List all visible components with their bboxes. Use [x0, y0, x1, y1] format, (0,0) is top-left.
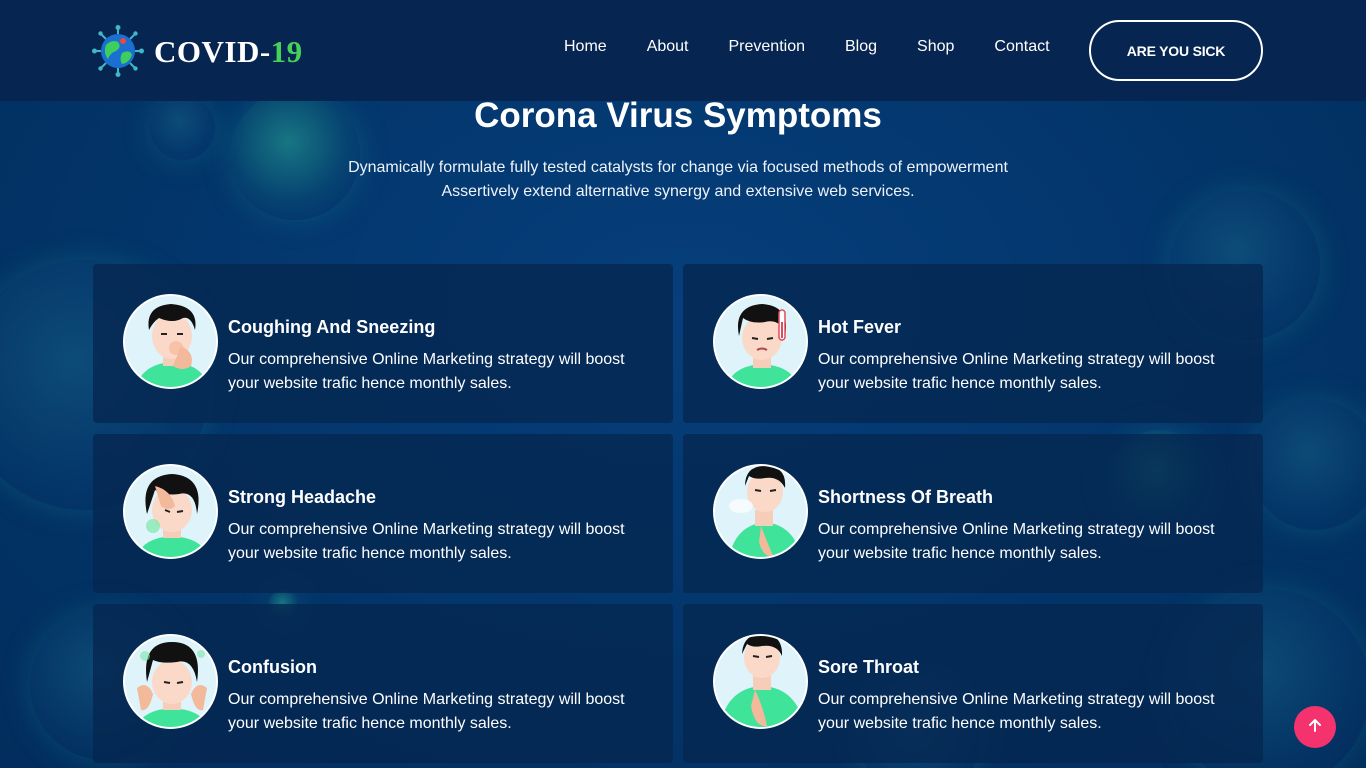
- symptom-card: Strong Headache Our comprehensive Online…: [93, 434, 673, 593]
- section-subtitle-line-1: Dynamically formulate fully tested catal…: [348, 159, 1008, 176]
- section-title: Corona Virus Symptoms: [474, 96, 882, 135]
- symptom-title: Sore Throat: [818, 657, 920, 677]
- nav-prevention[interactable]: Prevention: [729, 38, 806, 56]
- section-subtitle-line-2: Assertively extend alternative synergy a…: [441, 183, 915, 200]
- nav-contact[interactable]: Contact: [994, 38, 1049, 56]
- coughing-person-icon: [123, 294, 218, 389]
- symptoms-section-header: Corona Virus Symptoms Dynamically formul…: [0, 96, 1356, 204]
- symptom-title: Coughing And Sneezing: [228, 317, 436, 337]
- symptom-description: Our comprehensive Online Marketing strat…: [818, 691, 1215, 732]
- breathless-person-icon: [713, 464, 808, 559]
- symptom-card: Coughing And Sneezing Our comprehensive …: [93, 264, 673, 423]
- symptom-title: Shortness Of Breath: [818, 487, 994, 507]
- symptom-title: Strong Headache: [228, 487, 377, 507]
- symptom-title: Hot Fever: [818, 317, 902, 337]
- nav-blog[interactable]: Blog: [845, 38, 877, 56]
- nav-about[interactable]: About: [647, 38, 689, 56]
- symptom-description: Our comprehensive Online Marketing strat…: [818, 351, 1215, 392]
- symptom-description: Our comprehensive Online Marketing strat…: [818, 521, 1215, 562]
- globe-virus-icon: [92, 25, 144, 77]
- nav-home[interactable]: Home: [564, 38, 607, 56]
- headache-person-icon: [123, 464, 218, 559]
- symptom-description: Our comprehensive Online Marketing strat…: [228, 691, 625, 732]
- brand-name-main: COVID-: [154, 33, 271, 69]
- brand-name: COVID-19: [154, 36, 303, 67]
- sore-throat-person-icon: [713, 634, 808, 729]
- symptom-card: Sore Throat Our comprehensive Online Mar…: [683, 604, 1263, 763]
- symptom-description: Our comprehensive Online Marketing strat…: [228, 521, 625, 562]
- symptom-card: Shortness Of Breath Our comprehensive On…: [683, 434, 1263, 593]
- symptom-title: Confusion: [228, 657, 317, 677]
- scroll-to-top-button[interactable]: [1294, 706, 1336, 748]
- confused-person-icon: [123, 634, 218, 729]
- symptom-card: Confusion Our comprehensive Online Marke…: [93, 604, 673, 763]
- brand-name-accent: 19: [270, 33, 303, 69]
- symptom-card: Hot Fever Our comprehensive Online Marke…: [683, 264, 1263, 423]
- nav-shop[interactable]: Shop: [917, 38, 954, 56]
- are-you-sick-button[interactable]: ARE YOU SICK: [1089, 20, 1263, 81]
- arrow-up-icon: [1307, 717, 1323, 738]
- site-logo[interactable]: COVID-19: [92, 25, 303, 77]
- site-header: COVID-19 Home About Prevention Blog Shop…: [0, 0, 1366, 101]
- fever-person-icon: [713, 294, 808, 389]
- symptom-description: Our comprehensive Online Marketing strat…: [228, 351, 625, 392]
- main-navigation: Home About Prevention Blog Shop Contact: [564, 38, 1090, 56]
